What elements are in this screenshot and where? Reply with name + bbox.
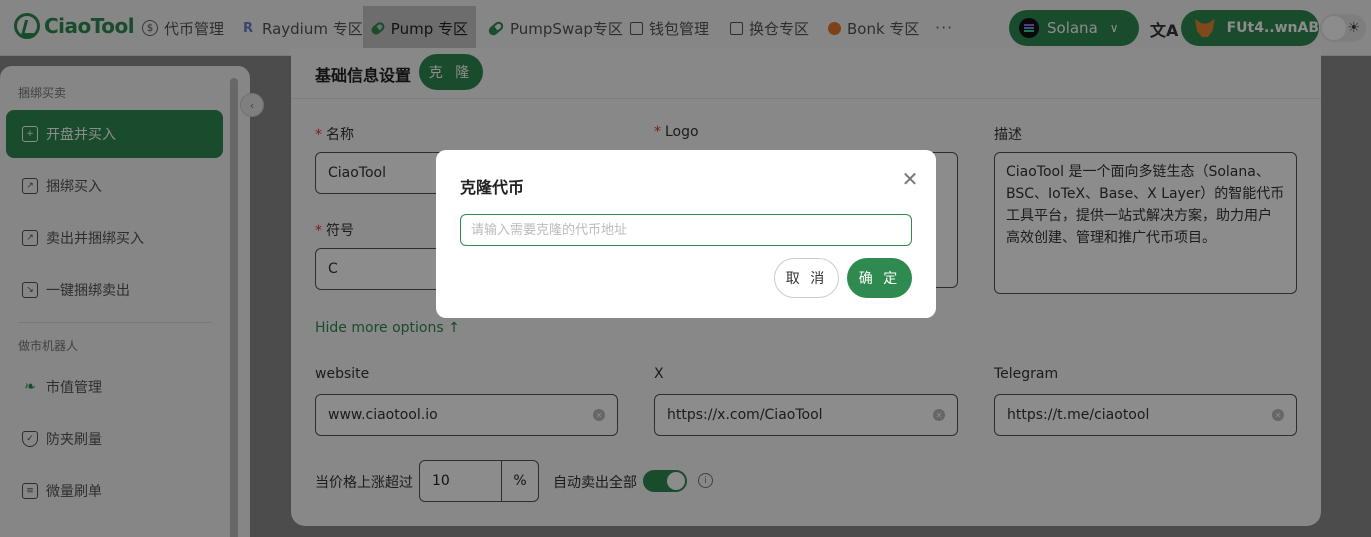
token-address-input[interactable] (460, 214, 912, 246)
dialog-title: 克隆代币 (460, 178, 525, 197)
close-icon[interactable]: ✕ (898, 167, 922, 191)
cancel-button[interactable]: 取 消 (774, 258, 839, 298)
clone-token-dialog: 克隆代币 ✕ 取 消 确 定 (436, 150, 936, 318)
confirm-button[interactable]: 确 定 (847, 258, 912, 298)
